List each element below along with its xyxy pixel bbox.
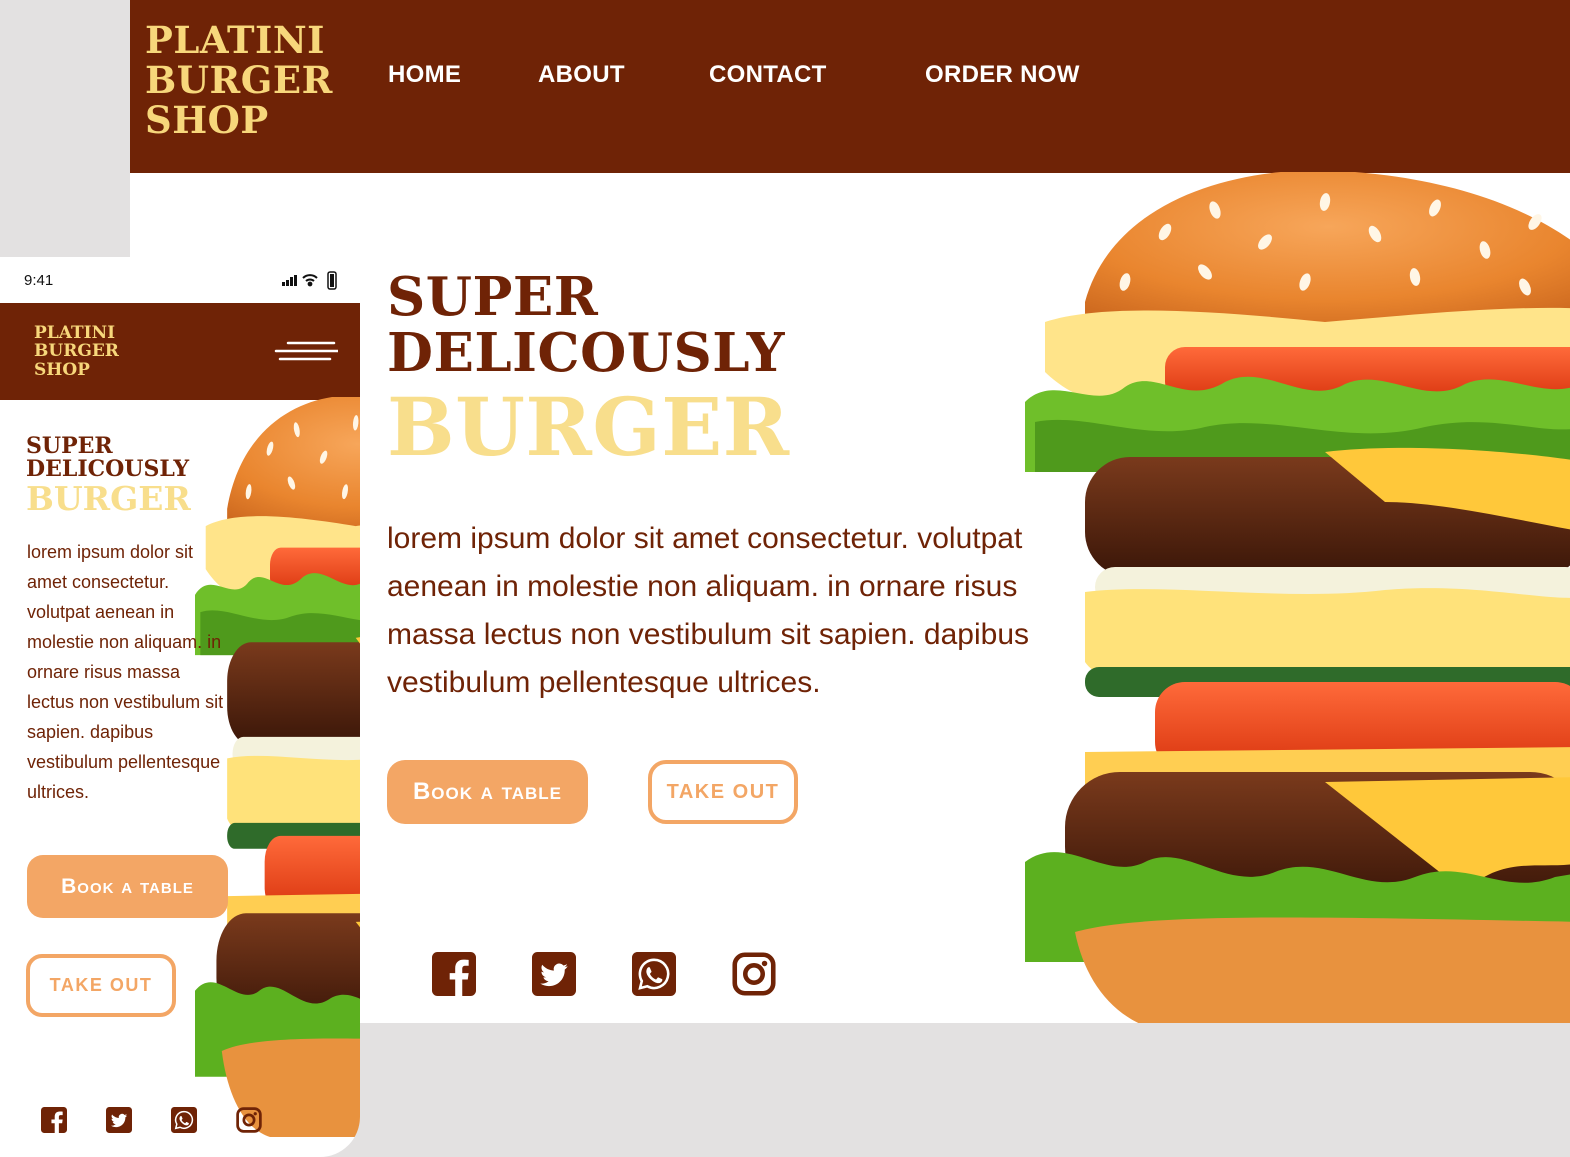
twitter-icon[interactable]	[532, 952, 576, 996]
nav-contact[interactable]: CONTACT	[709, 61, 827, 89]
brand-logo[interactable]: PLATINI BURGER SHOP	[145, 18, 333, 142]
wifi-icon	[302, 274, 318, 287]
facebook-icon[interactable]	[432, 952, 476, 996]
nav-home[interactable]: HOME	[388, 61, 461, 89]
take-out-button[interactable]: TAKE OUT	[648, 760, 798, 824]
navbar: PLATINI BURGER SHOP HOME ABOUT CONTACT O…	[130, 0, 1570, 173]
brand-line: BURGER	[34, 341, 119, 362]
hero-title-line: DELICOUSLY	[26, 456, 190, 483]
status-icons	[282, 271, 337, 290]
burger-image	[1025, 172, 1570, 1023]
hero-title: SUPER DELICOUSLY BURGER	[387, 266, 790, 475]
mobile-social-links	[41, 1107, 262, 1133]
signal-icon	[282, 275, 297, 286]
hero-title-accent: BURGER	[387, 380, 790, 475]
mobile-take-out-button[interactable]: TAKE OUT	[26, 954, 176, 1017]
hamburger-menu-icon[interactable]	[274, 340, 338, 362]
brand-line: PLATINI	[34, 323, 116, 343]
facebook-icon[interactable]	[41, 1107, 67, 1133]
mobile-hero-description: lorem ipsum dolor sit amet consectetur. …	[27, 542, 224, 802]
nav-order-now[interactable]: ORDER NOW	[925, 61, 1080, 89]
twitter-icon[interactable]	[106, 1107, 132, 1133]
hero-title-line: SUPER	[26, 433, 113, 459]
mobile-hero-title: SUPER DELICOUSLY BURGER	[26, 433, 191, 519]
mobile-navbar: PLATINI BURGER SHOP	[0, 303, 360, 400]
nav-about[interactable]: ABOUT	[538, 61, 625, 89]
mobile-mockup: 9:41 PLATINI BURGER SHOP SUPER DELICOUSL…	[0, 257, 360, 1157]
brand-line: SHOP	[34, 359, 90, 380]
hero-description: lorem ipsum dolor sit amet consectetur. …	[387, 522, 1030, 699]
whatsapp-icon[interactable]	[632, 952, 676, 996]
hero-title-line: SUPER	[387, 266, 599, 328]
mobile-book-table-button[interactable]: Book a table	[27, 855, 228, 918]
hero-title-accent: BURGER	[26, 479, 191, 519]
brand-line: BURGER	[145, 57, 333, 102]
social-links	[432, 952, 776, 996]
instagram-icon[interactable]	[236, 1107, 262, 1133]
whatsapp-icon[interactable]	[171, 1107, 197, 1133]
brand-line: PLATINI	[145, 18, 325, 62]
book-table-button[interactable]: Book a table	[387, 760, 588, 824]
hero-title-line: DELICOUSLY	[387, 321, 785, 384]
mobile-brand-logo[interactable]: PLATINI BURGER SHOP	[34, 324, 119, 379]
instagram-icon[interactable]	[732, 952, 776, 996]
status-time: 9:41	[24, 272, 54, 289]
battery-icon	[327, 271, 337, 290]
brand-line: SHOP	[145, 97, 269, 142]
